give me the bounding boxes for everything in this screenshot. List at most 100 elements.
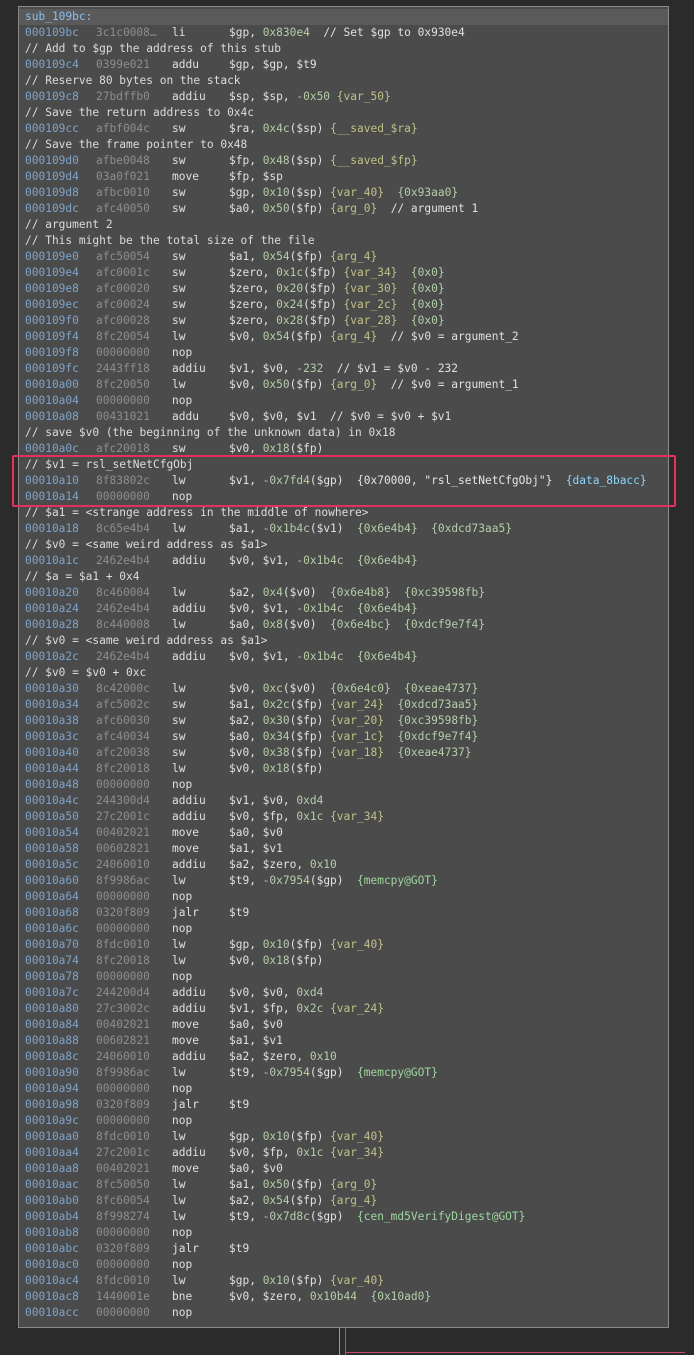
instruction-mnemonic[interactable]: lw (172, 1273, 185, 1289)
instruction-address[interactable]: 000109d8 (25, 185, 79, 201)
instruction-mnemonic[interactable]: nop (172, 1081, 192, 1097)
instruction-address[interactable]: 000109bc (25, 25, 79, 41)
instruction-mnemonic[interactable]: addu (172, 57, 199, 73)
instruction-operands[interactable]: $a0, $v0 (229, 1161, 283, 1177)
instruction-address[interactable]: 000109f4 (25, 329, 79, 345)
instruction-address[interactable]: 000109d0 (25, 153, 79, 169)
instruction-mnemonic[interactable]: nop (172, 1305, 192, 1321)
instruction-mnemonic[interactable]: li (172, 25, 185, 41)
instruction-mnemonic[interactable]: sw (172, 713, 185, 729)
instruction-mnemonic[interactable]: sw (172, 297, 185, 313)
instruction-mnemonic[interactable]: addiu (172, 809, 206, 825)
instruction-operands[interactable]: $a0, 0x8($v0) {0x6e4bc} {0xdcf9e7f4} (229, 617, 485, 633)
instruction-mnemonic[interactable]: nop (172, 1257, 192, 1273)
instruction-operands[interactable]: $t9 (229, 905, 249, 921)
instruction-mnemonic[interactable]: lw (172, 937, 185, 953)
instruction-address[interactable]: 00010ab4 (25, 1209, 79, 1225)
instruction-operands[interactable]: $zero, 0x20($fp) {var_30} {0x0} (229, 281, 445, 297)
instruction-operands[interactable]: $a0, $v0 (229, 825, 283, 841)
instruction-address[interactable]: 00010a90 (25, 1065, 79, 1081)
instruction-operands[interactable]: $gp, 0x10($fp) {var_40} (229, 1129, 384, 1145)
instruction-address[interactable]: 00010ac0 (25, 1257, 79, 1273)
instruction-operands[interactable]: $v0, 0x18($fp) (229, 441, 323, 457)
instruction-operands[interactable]: $v0, 0x54($fp) {arg_4} // $v0 = argument… (229, 329, 519, 345)
instruction-address[interactable]: 00010a0c (25, 441, 79, 457)
instruction-operands[interactable]: $a1, 0x50($fp) {arg_0} (229, 1177, 377, 1193)
instruction-operands[interactable]: $gp, 0x10($fp) {var_40} (229, 937, 384, 953)
instruction-address[interactable]: 00010a28 (25, 617, 79, 633)
instruction-mnemonic[interactable]: addiu (172, 1145, 206, 1161)
instruction-mnemonic[interactable]: move (172, 825, 199, 841)
instruction-mnemonic[interactable]: nop (172, 345, 192, 361)
instruction-mnemonic[interactable]: addiu (172, 601, 206, 617)
instruction-address[interactable]: 00010a98 (25, 1097, 79, 1113)
instruction-address[interactable]: 000109f8 (25, 345, 79, 361)
instruction-operands[interactable]: $v0, 0x38($fp) {var_18} {0xeae4737} (229, 745, 472, 761)
instruction-address[interactable]: 00010a9c (25, 1113, 79, 1129)
instruction-address[interactable]: 000109ec (25, 297, 79, 313)
instruction-address[interactable]: 00010a08 (25, 409, 79, 425)
instruction-operands[interactable]: $a2, 0x4($v0) {0x6e4b8} {0xc39598fb} (229, 585, 485, 601)
instruction-mnemonic[interactable]: bne (172, 1289, 192, 1305)
instruction-mnemonic[interactable]: sw (172, 201, 185, 217)
instruction-operands[interactable]: $a2, 0x30($fp) {var_20} {0xc39598fb} (229, 713, 478, 729)
instruction-address[interactable]: 00010a64 (25, 889, 79, 905)
instruction-address[interactable]: 000109e8 (25, 281, 79, 297)
instruction-operands[interactable]: $a2, $zero, 0x10 (229, 857, 337, 873)
instruction-mnemonic[interactable]: sw (172, 153, 185, 169)
instruction-address[interactable]: 00010a2c (25, 649, 79, 665)
instruction-address[interactable]: 00010ac4 (25, 1273, 79, 1289)
instruction-address[interactable]: 00010a60 (25, 873, 79, 889)
instruction-mnemonic[interactable]: addu (172, 409, 199, 425)
instruction-operands[interactable]: $a2, $zero, 0x10 (229, 1049, 337, 1065)
instruction-mnemonic[interactable]: lw (172, 1209, 185, 1225)
instruction-address[interactable]: 000109e4 (25, 265, 79, 281)
instruction-mnemonic[interactable]: nop (172, 969, 192, 985)
instruction-mnemonic[interactable]: move (172, 1161, 199, 1177)
instruction-address[interactable]: 00010a1c (25, 553, 79, 569)
instruction-operands[interactable]: $gp, 0x10($sp) {var_40} {0x93aa0} (229, 185, 458, 201)
instruction-operands[interactable]: $t9, -0x7954($gp) {memcpy@GOT} (229, 1065, 438, 1081)
instruction-address[interactable]: 00010a4c (25, 793, 79, 809)
instruction-address[interactable]: 00010a78 (25, 969, 79, 985)
instruction-mnemonic[interactable]: addiu (172, 1049, 206, 1065)
instruction-mnemonic[interactable]: nop (172, 489, 192, 505)
instruction-address[interactable]: 00010acc (25, 1305, 79, 1321)
instruction-operands[interactable]: $v0, 0x18($fp) (229, 761, 323, 777)
instruction-address[interactable]: 00010ab8 (25, 1225, 79, 1241)
instruction-operands[interactable]: $v1, $v0, 0xd4 (229, 793, 323, 809)
instruction-address[interactable]: 00010a50 (25, 809, 79, 825)
instruction-mnemonic[interactable]: lw (172, 681, 185, 697)
instruction-mnemonic[interactable]: move (172, 1033, 199, 1049)
instruction-mnemonic[interactable]: nop (172, 921, 192, 937)
instruction-address[interactable]: 00010a00 (25, 377, 79, 393)
instruction-address[interactable]: 00010a34 (25, 697, 79, 713)
instruction-operands[interactable]: $t9 (229, 1097, 249, 1113)
instruction-address[interactable]: 000109c4 (25, 57, 79, 73)
instruction-address[interactable]: 00010abc (25, 1241, 79, 1257)
instruction-mnemonic[interactable]: lw (172, 585, 185, 601)
instruction-operands[interactable]: $v1, $fp, 0x2c {var_24} (229, 1001, 384, 1017)
instruction-operands[interactable]: $v1, -0x7fd4($gp) {0x70000, "rsl_setNetC… (229, 473, 647, 489)
instruction-operands[interactable]: $v0, $v1, -0x1b4c {0x6e4b4} (229, 601, 418, 617)
instruction-operands[interactable]: $fp, 0x48($sp) {__saved_$fp} (229, 153, 418, 169)
instruction-mnemonic[interactable]: addiu (172, 361, 206, 377)
instruction-mnemonic[interactable]: sw (172, 745, 185, 761)
instruction-operands[interactable]: $fp, $sp (229, 169, 283, 185)
instruction-mnemonic[interactable]: lw (172, 1065, 185, 1081)
instruction-address[interactable]: 00010a70 (25, 937, 79, 953)
instruction-mnemonic[interactable]: move (172, 169, 199, 185)
instruction-mnemonic[interactable]: nop (172, 393, 192, 409)
instruction-address[interactable]: 000109cc (25, 121, 79, 137)
instruction-address[interactable]: 00010a80 (25, 1001, 79, 1017)
instruction-address[interactable]: 00010a14 (25, 489, 79, 505)
instruction-address[interactable]: 00010ac8 (25, 1289, 79, 1305)
instruction-operands[interactable]: $v0, 0x18($fp) (229, 953, 323, 969)
instruction-operands[interactable]: $v0, $fp, 0x1c {var_34} (229, 809, 384, 825)
instruction-mnemonic[interactable]: move (172, 1017, 199, 1033)
instruction-mnemonic[interactable]: lw (172, 473, 185, 489)
instruction-address[interactable]: 00010a18 (25, 521, 79, 537)
instruction-mnemonic[interactable]: lw (172, 617, 185, 633)
instruction-operands[interactable]: $v0, $v0, 0xd4 (229, 985, 323, 1001)
instruction-operands[interactable]: $v0, $zero, 0x10b44 {0x10ad0} (229, 1289, 431, 1305)
